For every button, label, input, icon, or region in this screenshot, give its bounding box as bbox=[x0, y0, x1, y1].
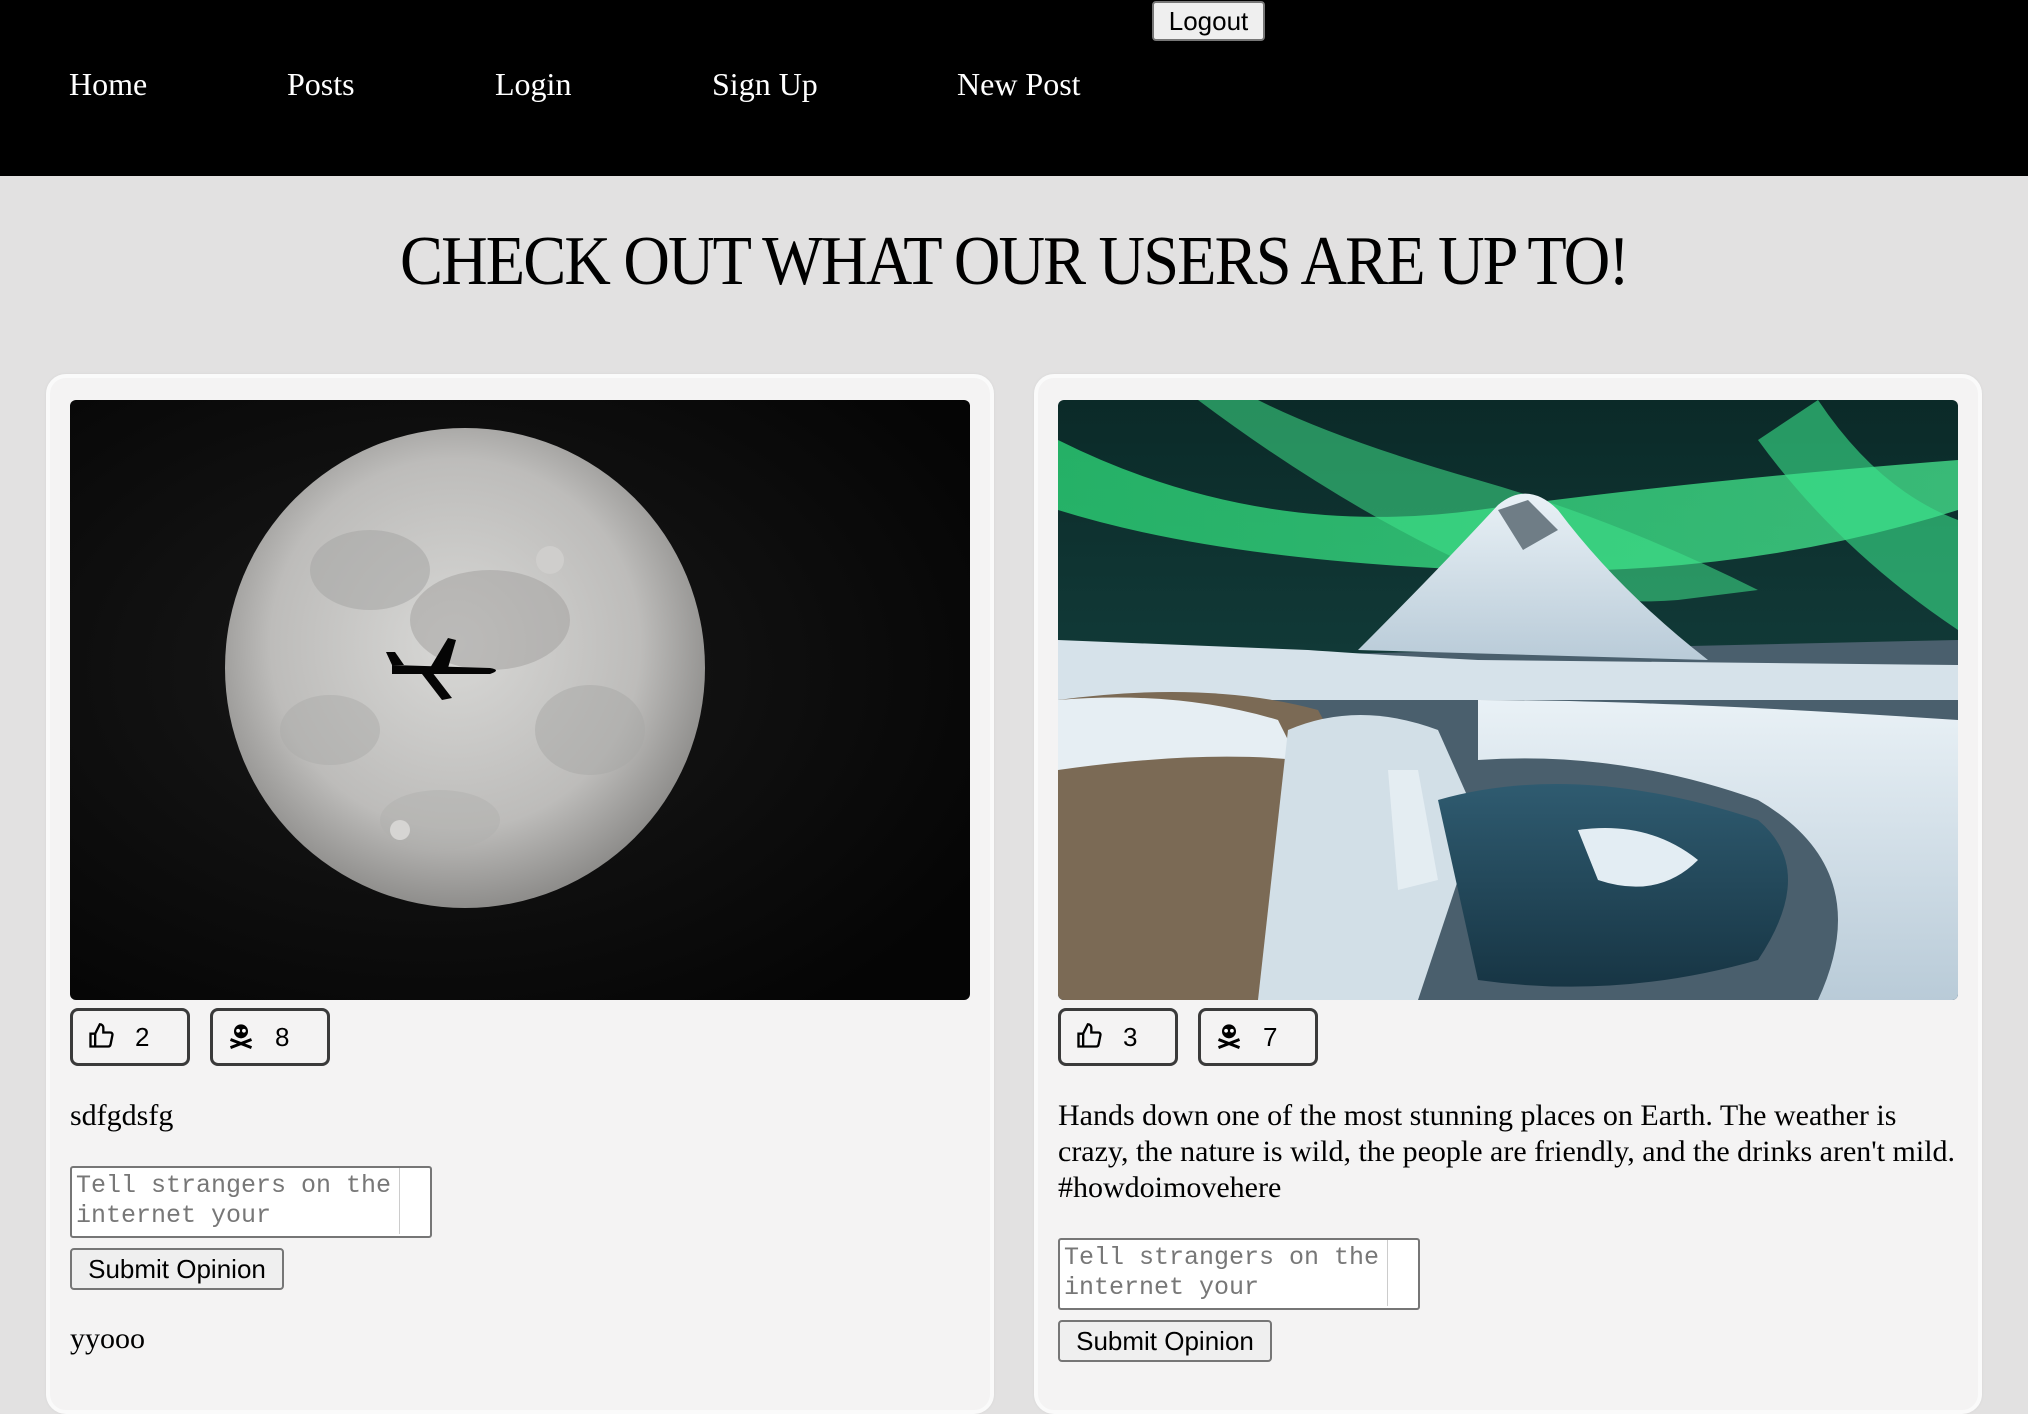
post-caption: Hands down one of the most stunning plac… bbox=[1058, 1099, 1956, 1204]
logout-button[interactable]: Logout bbox=[1152, 1, 1265, 41]
thumbs-up-icon bbox=[87, 1022, 117, 1052]
resize-handle[interactable] bbox=[399, 1168, 428, 1234]
top-navbar: Logout Home Posts Login Sign Up New Post bbox=[0, 0, 2028, 176]
dislike-count: 7 bbox=[1263, 1021, 1278, 1052]
like-count: 2 bbox=[135, 1021, 150, 1052]
resize-handle[interactable] bbox=[1387, 1240, 1416, 1306]
nav-home-link[interactable]: Home bbox=[69, 66, 147, 103]
post-card: 2 8 sdfgdsfg Tell strangers on the inter… bbox=[46, 374, 994, 1414]
dislike-button[interactable]: 7 bbox=[1198, 1008, 1318, 1066]
post-caption: sdfgdsfg bbox=[70, 1099, 174, 1132]
dislike-count: 8 bbox=[275, 1021, 290, 1052]
nav-new-post-link[interactable]: New Post bbox=[957, 66, 1081, 103]
post-image-aurora bbox=[1058, 400, 1958, 1000]
submit-opinion-button[interactable]: Submit Opinion bbox=[1058, 1320, 1272, 1362]
opinion-input[interactable]: Tell strangers on the internet your bbox=[1058, 1238, 1420, 1310]
nav-signup-link[interactable]: Sign Up bbox=[712, 66, 818, 103]
opinion-input[interactable]: Tell strangers on the internet your bbox=[70, 1166, 432, 1238]
comment-text: yyooo bbox=[70, 1322, 145, 1355]
nav-login-link[interactable]: Login bbox=[495, 66, 571, 103]
thumbs-up-icon bbox=[1075, 1022, 1105, 1052]
nav-posts-link[interactable]: Posts bbox=[287, 66, 355, 103]
dislike-button[interactable]: 8 bbox=[210, 1008, 330, 1066]
like-button[interactable]: 3 bbox=[1058, 1008, 1178, 1066]
submit-opinion-button[interactable]: Submit Opinion bbox=[70, 1248, 284, 1290]
like-button[interactable]: 2 bbox=[70, 1008, 190, 1066]
skull-crossbones-icon bbox=[227, 1022, 257, 1052]
page-title: CHECK OUT WHAT OUR USERS ARE UP TO! bbox=[400, 223, 1630, 300]
like-count: 3 bbox=[1123, 1021, 1138, 1052]
post-image-moon bbox=[70, 400, 970, 1000]
skull-crossbones-icon bbox=[1215, 1022, 1245, 1052]
post-card: 3 7 Hands down one of the most stunning … bbox=[1034, 374, 1982, 1414]
